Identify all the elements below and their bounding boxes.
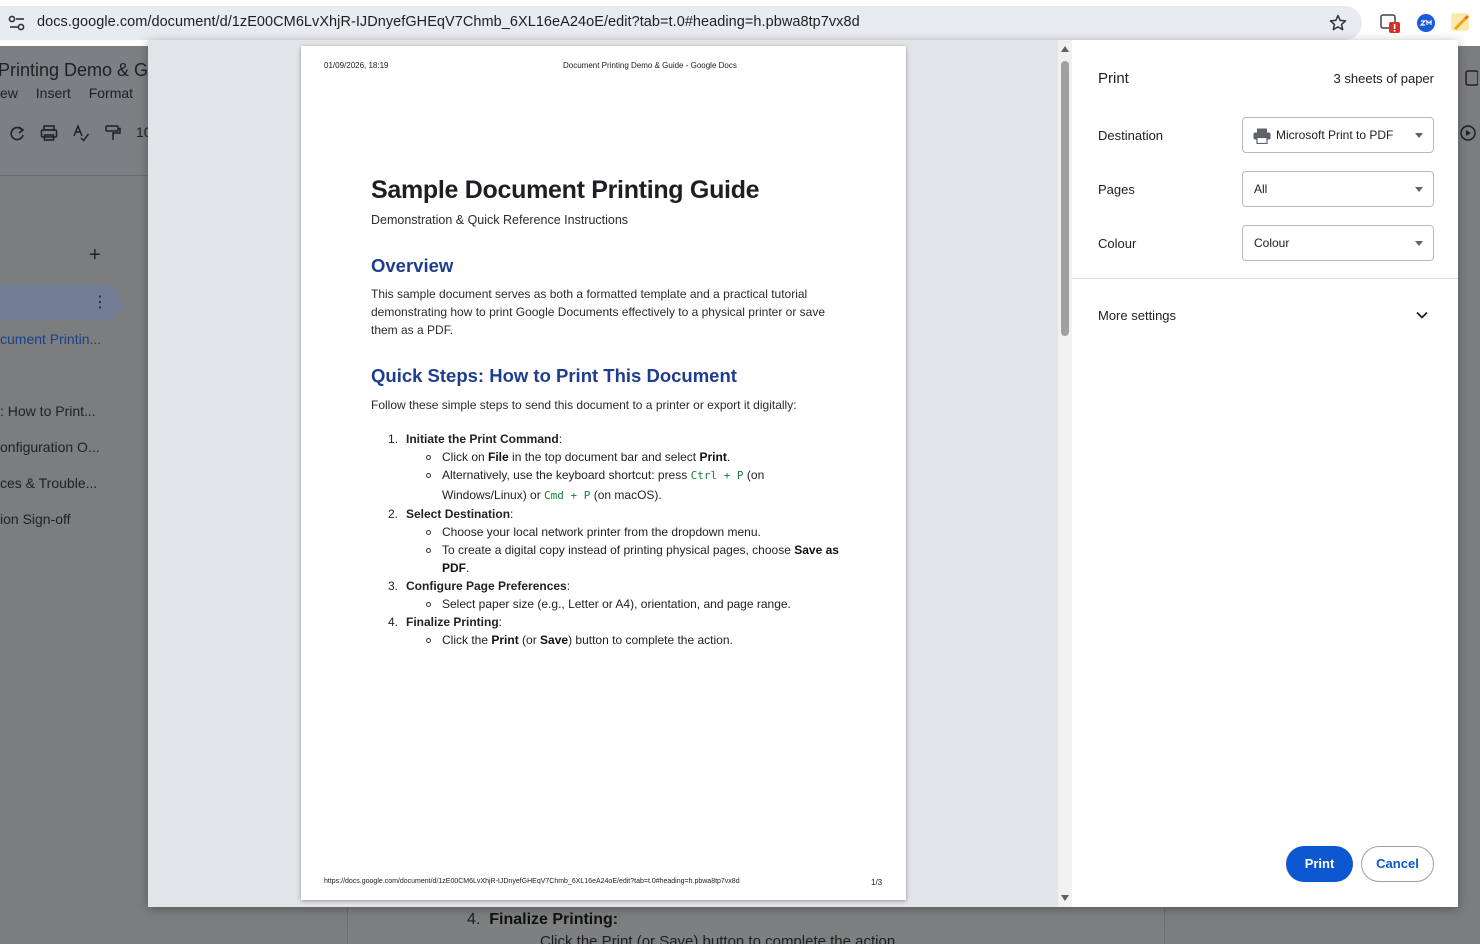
sheet-count: 3 sheets of paper xyxy=(1333,71,1434,86)
page-header-title: Document Printing Demo & Guide - Google … xyxy=(563,61,737,70)
doc-subtitle: Demonstration & Quick Reference Instruct… xyxy=(371,213,629,227)
list-item: Alternatively, use the keyboard shortcut… xyxy=(371,466,841,505)
more-settings-toggle[interactable]: More settings xyxy=(1098,308,1176,323)
menu-view: ew xyxy=(0,85,18,101)
colour-value: Colour xyxy=(1254,236,1290,250)
page-header-date: 01/09/2026, 18:19 xyxy=(324,61,389,70)
docs-menubar: ew Insert Format xyxy=(0,85,147,101)
quick-steps-heading: Quick Steps: How to Print This Document xyxy=(371,365,737,386)
cancel-button[interactable]: Cancel xyxy=(1361,846,1434,882)
document-title: Printing Demo & Gu xyxy=(0,60,159,80)
menu-insert: Insert xyxy=(35,85,71,101)
site-settings-icon[interactable] xyxy=(8,15,26,31)
dropdown-arrow-icon xyxy=(1415,187,1423,192)
chevron-down-icon[interactable] xyxy=(1415,308,1429,322)
outline-item-quick-steps: : How to Print... xyxy=(0,403,96,419)
spellcheck-icon xyxy=(73,124,90,142)
redo-icon xyxy=(10,126,25,141)
list-item: Choose your local network printer from t… xyxy=(371,523,841,541)
menu-format: Format xyxy=(88,85,134,101)
extension-alert-icon[interactable] xyxy=(1380,12,1402,34)
comments-icon xyxy=(1465,70,1478,86)
list-item: 3. Configure Page Preferences: xyxy=(388,579,571,593)
dropdown-arrow-icon xyxy=(1415,133,1423,138)
pages-value: All xyxy=(1254,182,1268,196)
outline-item-troubleshooting: ces & Trouble... xyxy=(0,475,98,491)
preview-scrollbar[interactable] xyxy=(1058,40,1072,907)
colour-label: Colour xyxy=(1098,236,1137,251)
destination-label: Destination xyxy=(1098,128,1164,143)
print-preview-area: 01/09/2026, 18:19 Document Printing Demo… xyxy=(148,40,1058,907)
doc-title: Sample Document Printing Guide xyxy=(371,176,760,204)
print-icon xyxy=(40,125,58,141)
outline-item-signoff: ion Sign-off xyxy=(0,511,71,527)
preview-page: 01/09/2026, 18:19 Document Printing Demo… xyxy=(301,46,906,900)
add-tab-icon: + xyxy=(89,244,101,266)
paint-format-icon xyxy=(105,125,121,140)
list-item: Click on File in the top document bar an… xyxy=(371,448,841,466)
list-item: 2. Select Destination: xyxy=(388,507,514,521)
print-title: Print xyxy=(1098,70,1129,87)
overview-paragraph: This sample document serves as both a fo… xyxy=(371,287,826,337)
address-bar[interactable]: docs.google.com/document/d/1zE00CM6LvXhj… xyxy=(0,6,1362,40)
print-dialog: 01/09/2026, 18:19 Document Printing Demo… xyxy=(148,40,1458,907)
list-item: 4. Finalize Printing: xyxy=(388,615,503,629)
destination-select[interactable]: Microsoft Print to PDF xyxy=(1242,117,1434,153)
docs-header: Printing Demo & Gu ew Insert Format 10 xyxy=(0,46,158,176)
colour-select[interactable]: Colour xyxy=(1242,225,1434,261)
pages-label: Pages xyxy=(1098,182,1135,197)
scroll-down-arrow-icon[interactable] xyxy=(1061,895,1069,901)
scrollbar-thumb[interactable] xyxy=(1061,61,1069,336)
pencil-extension-icon[interactable] xyxy=(1450,12,1472,34)
pages-select[interactable]: All xyxy=(1242,171,1434,207)
page-footer-number: 1/3 xyxy=(871,878,883,887)
zoom-extension-icon[interactable] xyxy=(1415,12,1437,34)
docs-toolbar: 10 xyxy=(8,124,152,142)
overview-heading: Overview xyxy=(371,255,454,276)
printer-icon xyxy=(1253,128,1271,144)
bookmark-star-icon[interactable] xyxy=(1329,14,1347,32)
tab-options-icon: ⋮ xyxy=(92,294,108,311)
dropdown-arrow-icon xyxy=(1415,241,1423,246)
docs-header-divider xyxy=(0,175,148,176)
meet-icon xyxy=(1460,125,1476,141)
quick-steps-intro: Follow these simple steps to send this d… xyxy=(371,398,797,412)
outline-item-title: cument Printin... xyxy=(0,331,102,347)
behind-heading: 4. Finalize Printing: xyxy=(467,911,619,928)
print-button[interactable]: Print xyxy=(1286,846,1353,882)
settings-divider xyxy=(1072,278,1458,279)
list-item: Click the Print (or Save) button to comp… xyxy=(371,631,841,649)
list-item: Select paper size (e.g., Letter or A4), … xyxy=(371,595,841,613)
outline-item-configuration: onfiguration O... xyxy=(0,439,100,455)
list-item: 1. Initiate the Print Command: xyxy=(388,432,563,446)
page-footer-url: https://docs.google.com/document/d/1zE00… xyxy=(324,878,740,885)
print-settings-panel: Print 3 sheets of paper Destination Micr… xyxy=(1072,40,1458,907)
scroll-up-arrow-icon[interactable] xyxy=(1061,46,1069,52)
list-item: To create a digital copy instead of prin… xyxy=(371,541,841,577)
destination-value: Microsoft Print to PDF xyxy=(1276,128,1394,142)
behind-line: Click the Print (or Save) button to comp… xyxy=(540,933,900,944)
steps-list: 1. Initiate the Print Command: Click on F… xyxy=(371,430,841,649)
url-text[interactable]: docs.google.com/document/d/1zE00CM6LvXhj… xyxy=(37,14,860,30)
